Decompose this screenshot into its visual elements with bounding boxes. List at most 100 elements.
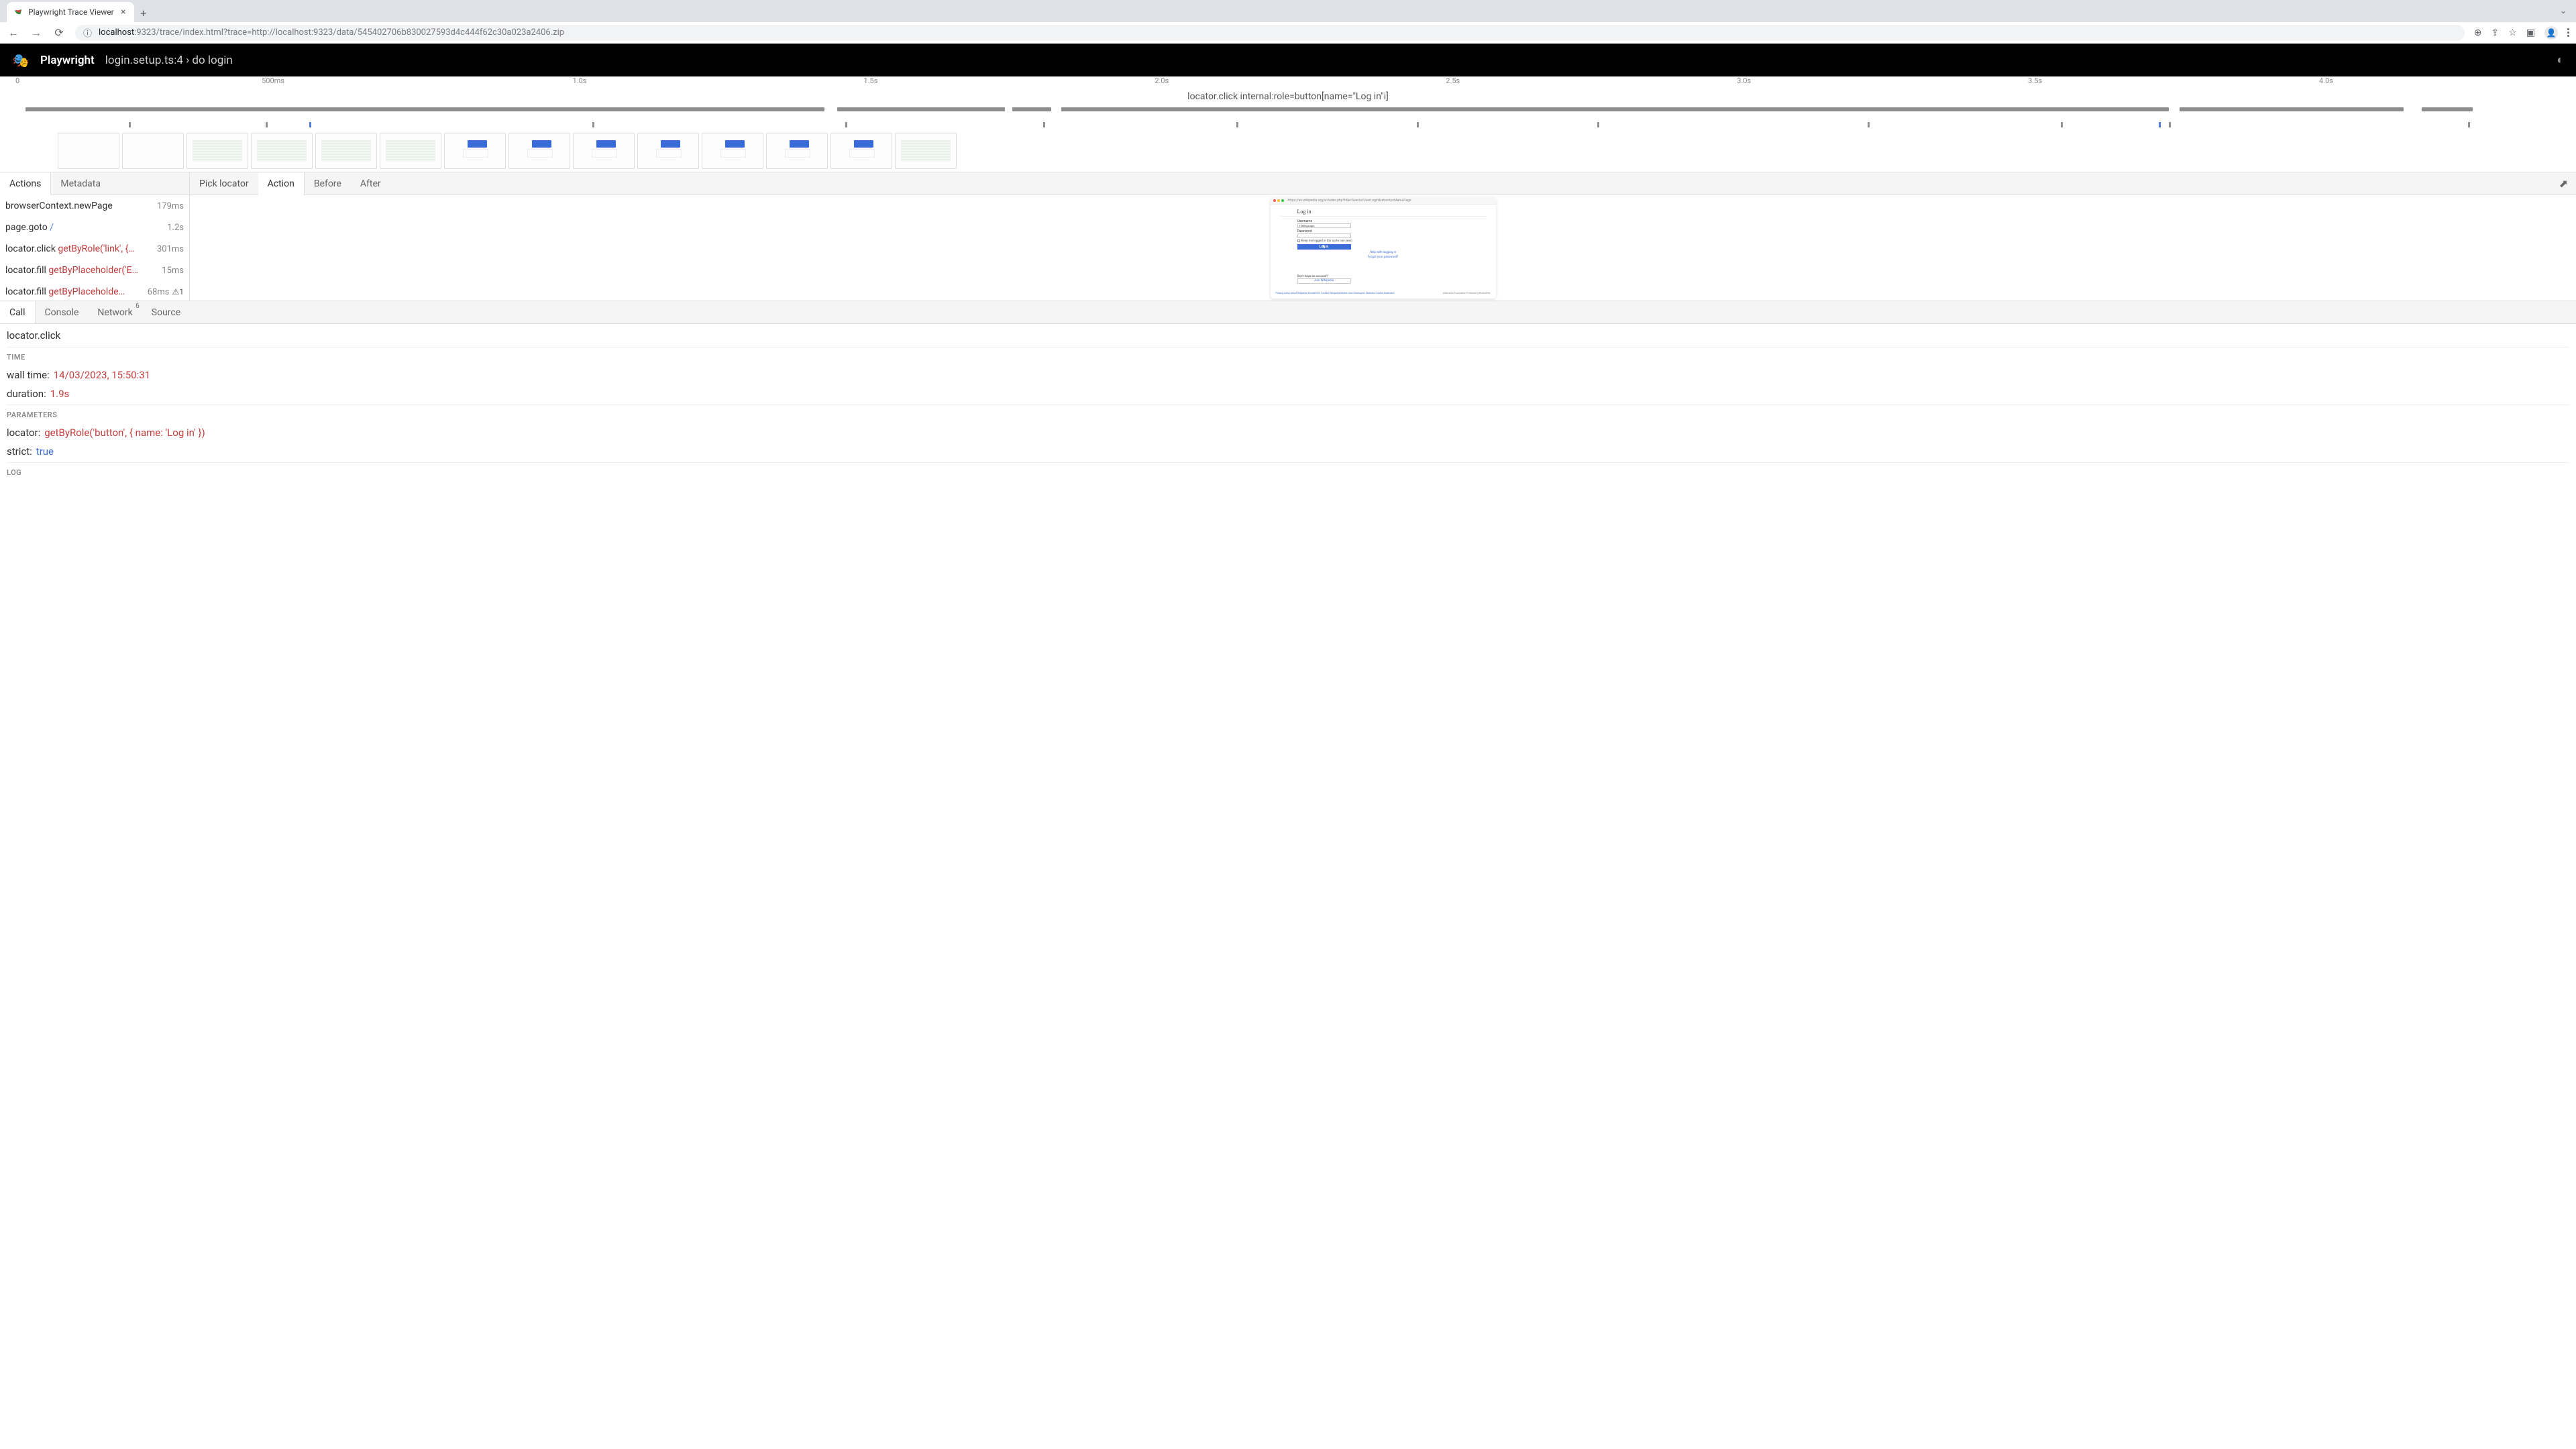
thumb[interactable] xyxy=(251,133,313,169)
timeline-hover-label: locator.click internal:role=button[name=… xyxy=(0,89,2576,106)
marker xyxy=(2061,122,2063,127)
playwright-favicon xyxy=(13,7,23,17)
thumb[interactable] xyxy=(122,133,184,169)
tab-console[interactable]: Console xyxy=(36,301,89,323)
password-input[interactable] xyxy=(1297,233,1351,238)
thumb[interactable] xyxy=(702,133,763,169)
section-time: TIME xyxy=(7,347,2569,366)
new-tab-button[interactable]: + xyxy=(134,3,153,22)
time-tick: 0 xyxy=(15,76,19,85)
action-row[interactable]: page.goto /1.2s xyxy=(0,217,189,238)
tab-title: Playwright Trace Viewer xyxy=(28,7,114,17)
marker xyxy=(1417,122,1419,127)
action-row[interactable]: locator.fill getByPlaceholde…68ms⚠1 xyxy=(0,281,189,301)
back-button[interactable]: ← xyxy=(7,26,20,40)
warning-icon: ⚠1 xyxy=(172,287,184,297)
tab-action[interactable]: Action xyxy=(258,172,305,195)
wall-time-row: wall time: 14/03/2023, 15:50:31 xyxy=(7,366,2569,384)
section-log: LOG xyxy=(7,462,2569,481)
timeline-segment xyxy=(2180,107,2404,111)
thumb[interactable] xyxy=(380,133,441,169)
panels-icon[interactable]: ▣ xyxy=(2526,28,2535,38)
address-bar: ← → ⟳ ⓘ localhost:9323/trace/index.html?… xyxy=(0,22,2576,44)
thumb[interactable] xyxy=(58,133,119,169)
locator-row: locator: getByRole('button', { name: 'Lo… xyxy=(7,423,2569,442)
join-button[interactable]: Join Wikipedia xyxy=(1297,278,1351,284)
keep-logged-checkbox[interactable]: Keep me logged in (for up to one year) xyxy=(1297,239,1469,243)
profile-avatar[interactable]: 👤 xyxy=(2544,26,2558,40)
thumb[interactable] xyxy=(766,133,828,169)
preview-body: Log in Username TestingLogin Password Ke… xyxy=(1271,205,1496,299)
close-icon[interactable]: × xyxy=(119,8,127,16)
tab-metadata[interactable]: Metadata xyxy=(51,172,110,195)
wall-time-value: 14/03/2023, 15:50:31 xyxy=(54,369,150,381)
detail-title: locator.click xyxy=(7,329,2569,341)
username-input[interactable]: TestingLogin xyxy=(1297,223,1351,228)
tab-network[interactable]: Network 6 xyxy=(88,301,142,323)
test-context: login.setup.ts:4 › do login xyxy=(105,54,233,67)
locator-value: getByRole('button', { name: 'Log in' }) xyxy=(44,427,205,439)
menu-icon[interactable] xyxy=(2567,28,2569,37)
timeline-segment xyxy=(1061,107,2169,111)
right-panel: Pick locator Action Before After ⬈ https… xyxy=(190,172,2576,301)
bookmark-icon[interactable]: ☆ xyxy=(2508,28,2517,38)
tabs-chevron-icon[interactable]: ⌄ xyxy=(2560,6,2567,15)
time-tick: 4.0s xyxy=(2319,76,2333,85)
marker xyxy=(845,122,847,127)
time-tick: 3.5s xyxy=(2028,76,2042,85)
timeline-segment xyxy=(837,107,1005,111)
tab-after[interactable]: After xyxy=(351,172,390,195)
theme-toggle-icon[interactable]: ◐ xyxy=(2557,53,2564,67)
tab-pick-locator[interactable]: Pick locator xyxy=(190,172,258,195)
tab-before[interactable]: Before xyxy=(305,172,351,195)
marker xyxy=(2159,122,2161,127)
thumb[interactable] xyxy=(444,133,506,169)
login-button[interactable]: Log in⬉ xyxy=(1297,244,1351,250)
pointer-icon: ⬉ xyxy=(1322,244,1326,249)
timeline-bars xyxy=(0,106,2576,122)
help-link[interactable]: Help with logging in xyxy=(1297,251,1469,254)
thumb[interactable] xyxy=(508,133,570,169)
zoom-icon[interactable]: ⊕ xyxy=(2474,28,2482,38)
timeline[interactable]: 0 500ms 1.0s 1.5s 2.0s 2.5s 3.0s 3.5s 4.… xyxy=(0,76,2576,172)
preview-footer: Privacy policy About Wikipedia Disclaime… xyxy=(1273,290,1493,296)
reload-button[interactable]: ⟳ xyxy=(52,26,66,39)
network-count-badge: 6 xyxy=(136,303,140,310)
timeline-segment xyxy=(2422,107,2473,111)
thumb[interactable] xyxy=(637,133,699,169)
thumb[interactable] xyxy=(186,133,248,169)
action-row[interactable]: locator.click getByRole('link', {…301ms xyxy=(0,238,189,260)
tab-call[interactable]: Call xyxy=(0,301,36,323)
thumb[interactable] xyxy=(830,133,892,169)
duration-row: duration: 1.9s xyxy=(7,384,2569,403)
time-tick: 1.5s xyxy=(863,76,877,85)
browser-tab[interactable]: Playwright Trace Viewer × xyxy=(7,2,134,22)
thumb[interactable] xyxy=(573,133,635,169)
action-row[interactable]: browserContext.newPage 179ms xyxy=(0,195,189,217)
thumb[interactable] xyxy=(315,133,377,169)
section-parameters: PARAMETERS xyxy=(7,405,2569,423)
preview-chrome: https://en.wikipedia.org/w/index.php?tit… xyxy=(1271,198,1496,205)
tab-actions[interactable]: Actions xyxy=(0,172,51,195)
time-tick: 2.5s xyxy=(1446,76,1460,85)
time-ruler: 0 500ms 1.0s 1.5s 2.0s 2.5s 3.0s 3.5s 4.… xyxy=(0,76,2576,89)
forward-button[interactable]: → xyxy=(30,26,43,40)
share-icon[interactable]: ⇪ xyxy=(2491,28,2499,38)
thumb[interactable] xyxy=(895,133,957,169)
url-box[interactable]: ⓘ localhost:9323/trace/index.html?trace=… xyxy=(75,25,2465,41)
url-text: localhost:9323/trace/index.html?trace=ht… xyxy=(99,28,564,38)
action-row[interactable]: locator.fill getByPlaceholder('E…15ms xyxy=(0,260,189,281)
no-account-label: Don't have an account? xyxy=(1297,275,1469,278)
app-header: 🎭 Playwright login.setup.ts:4 › do login… xyxy=(0,44,2576,76)
marker xyxy=(309,122,311,127)
browser-tab-strip: Playwright Trace Viewer × + ⌄ xyxy=(0,0,2576,22)
left-panel: Actions Metadata browserContext.newPage … xyxy=(0,172,190,301)
strict-value: true xyxy=(36,445,54,458)
marker xyxy=(1236,122,1238,127)
tab-source[interactable]: Source xyxy=(142,301,190,323)
marker xyxy=(129,122,131,127)
forgot-link[interactable]: Forgot your password? xyxy=(1297,256,1469,259)
playwright-logo-icon: 🎭 xyxy=(12,52,30,69)
site-info-icon[interactable]: ⓘ xyxy=(83,26,92,39)
popout-icon[interactable]: ⬈ xyxy=(2551,172,2576,195)
